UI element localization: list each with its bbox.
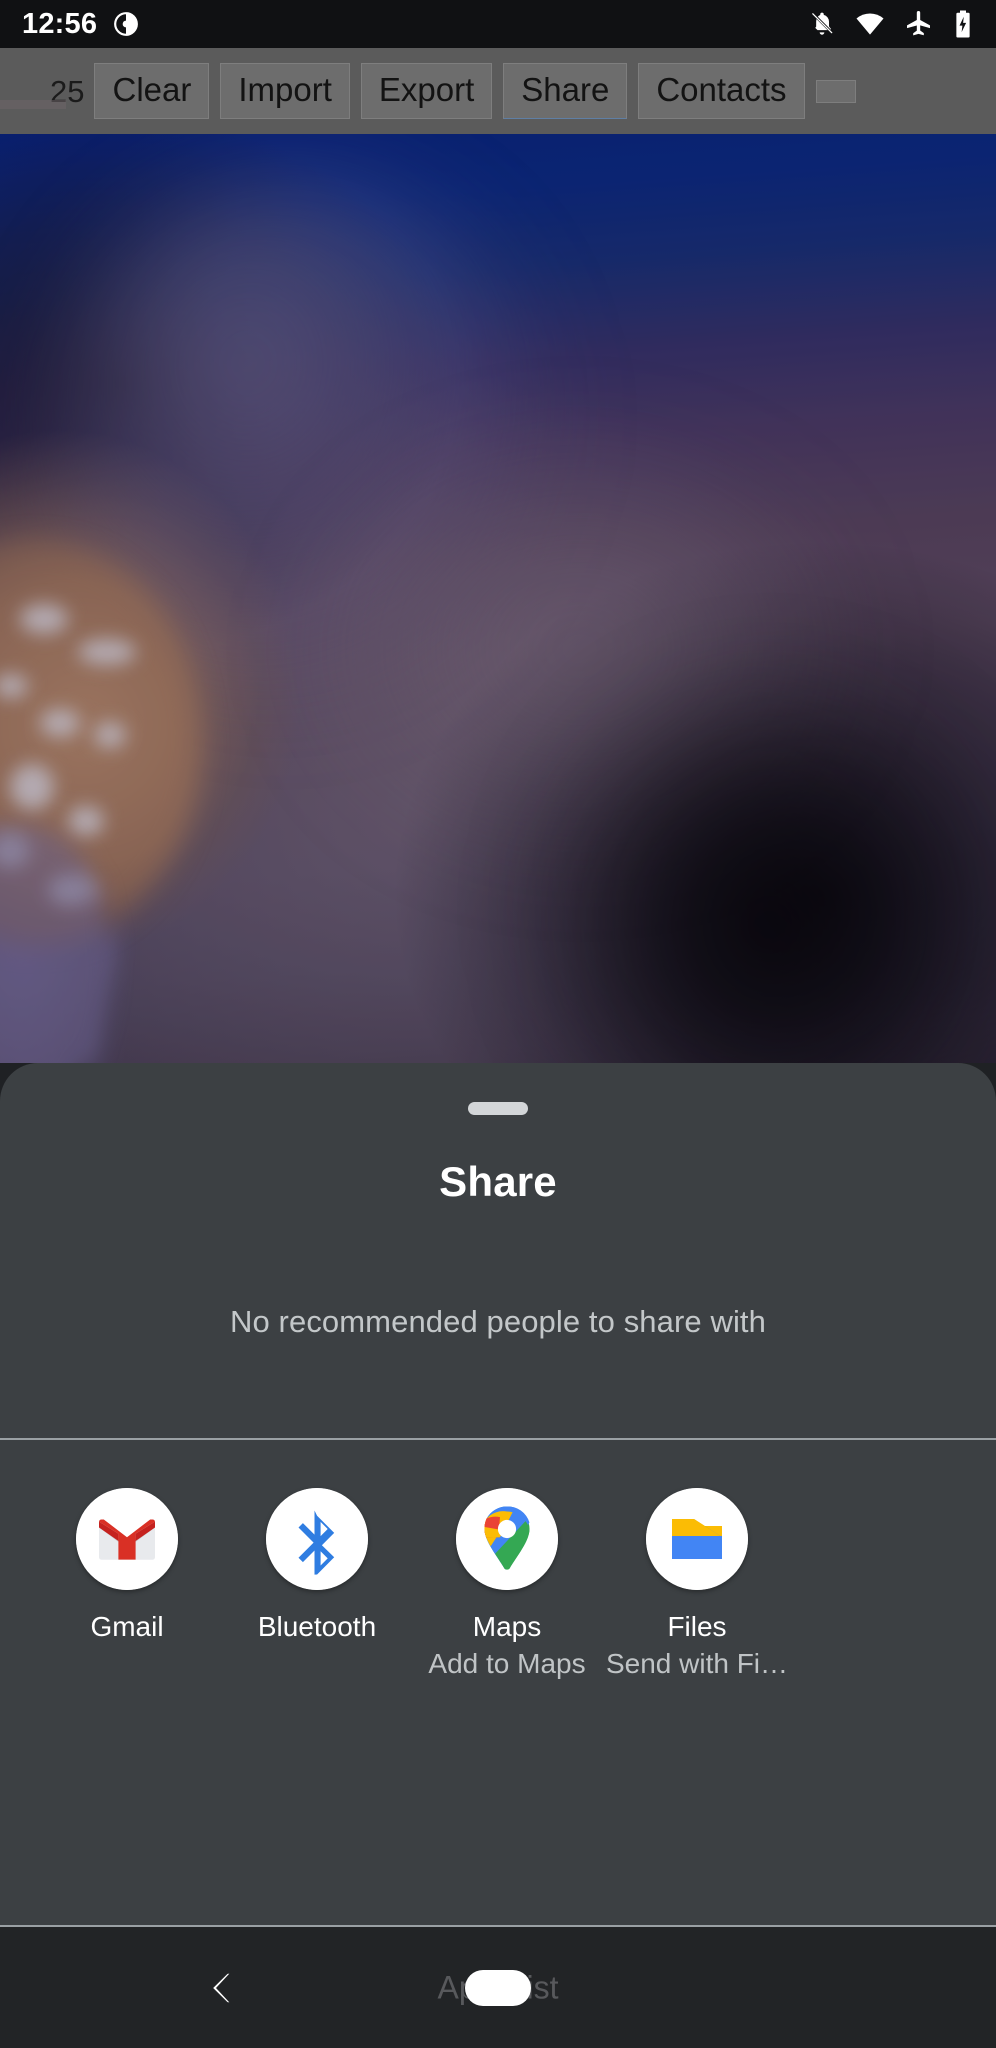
share-target-sublabel: Send with Fi… (605, 1648, 789, 1679)
status-clock: 12:56 (22, 7, 98, 40)
wifi-icon (856, 13, 884, 35)
toolbar-button-clear[interactable]: Clear (94, 63, 210, 119)
toolbar-button-share[interactable]: Share (503, 63, 628, 119)
dnd-badge-icon (114, 12, 139, 36)
home-pill[interactable] (465, 1969, 531, 2006)
sheet-drag-handle[interactable] (468, 1102, 528, 1115)
google-maps-pin-icon (456, 1488, 558, 1590)
photo-scrim (0, 134, 996, 1063)
back-chevron-icon[interactable] (200, 1964, 248, 2012)
gmail-icon (76, 1488, 178, 1590)
airplane-mode-icon (907, 10, 930, 35)
navigation-bar: Apps list (0, 1927, 996, 2048)
toolbar-button-export[interactable]: Export (360, 63, 493, 119)
phone-screen: 25 Clear Import Export Share Contacts 12… (0, 0, 996, 2048)
status-right-icon-group (808, 9, 974, 39)
sheet-divider-bottom (0, 1925, 996, 1927)
status-bar: 12:56 (0, 0, 996, 48)
toolbar-button-overflow-clipped[interactable] (815, 79, 856, 103)
sheet-title: Share (439, 1158, 557, 1205)
notifications-off-icon (811, 12, 834, 35)
toolbar-left-stub (0, 100, 66, 109)
recommended-people-zone: No recommended people to share with (0, 1206, 996, 1438)
app-targets-row[interactable]: Gmail Bluetooth Maps Add to Maps Files S… (0, 1440, 996, 1768)
share-target-label: Maps (472, 1612, 542, 1642)
share-target-sublabel: Add to Maps (428, 1648, 586, 1679)
files-folder-icon (646, 1488, 748, 1590)
bluetooth-icon (266, 1488, 368, 1590)
share-target-label: Files (667, 1612, 727, 1642)
share-target-label: Gmail (90, 1612, 164, 1642)
share-target-files[interactable]: Files Send with Fi… (602, 1488, 792, 1768)
battery-charging-icon (956, 10, 970, 38)
background-photo (0, 134, 996, 1063)
app-toolbar: 25 Clear Import Export Share Contacts (0, 48, 996, 134)
share-target-gmail[interactable]: Gmail (32, 1488, 222, 1768)
share-target-bluetooth[interactable]: Bluetooth (222, 1488, 412, 1768)
share-target-maps[interactable]: Maps Add to Maps (412, 1488, 602, 1768)
no-recommended-people-text: No recommended people to share with (230, 1304, 766, 1339)
share-bottom-sheet: Share No recommended people to share wit… (0, 1063, 996, 1925)
toolbar-button-import[interactable]: Import (220, 63, 350, 119)
toolbar-button-contacts[interactable]: Contacts (638, 63, 805, 119)
status-left-icon-group (113, 11, 139, 37)
share-target-label: Bluetooth (257, 1612, 377, 1642)
